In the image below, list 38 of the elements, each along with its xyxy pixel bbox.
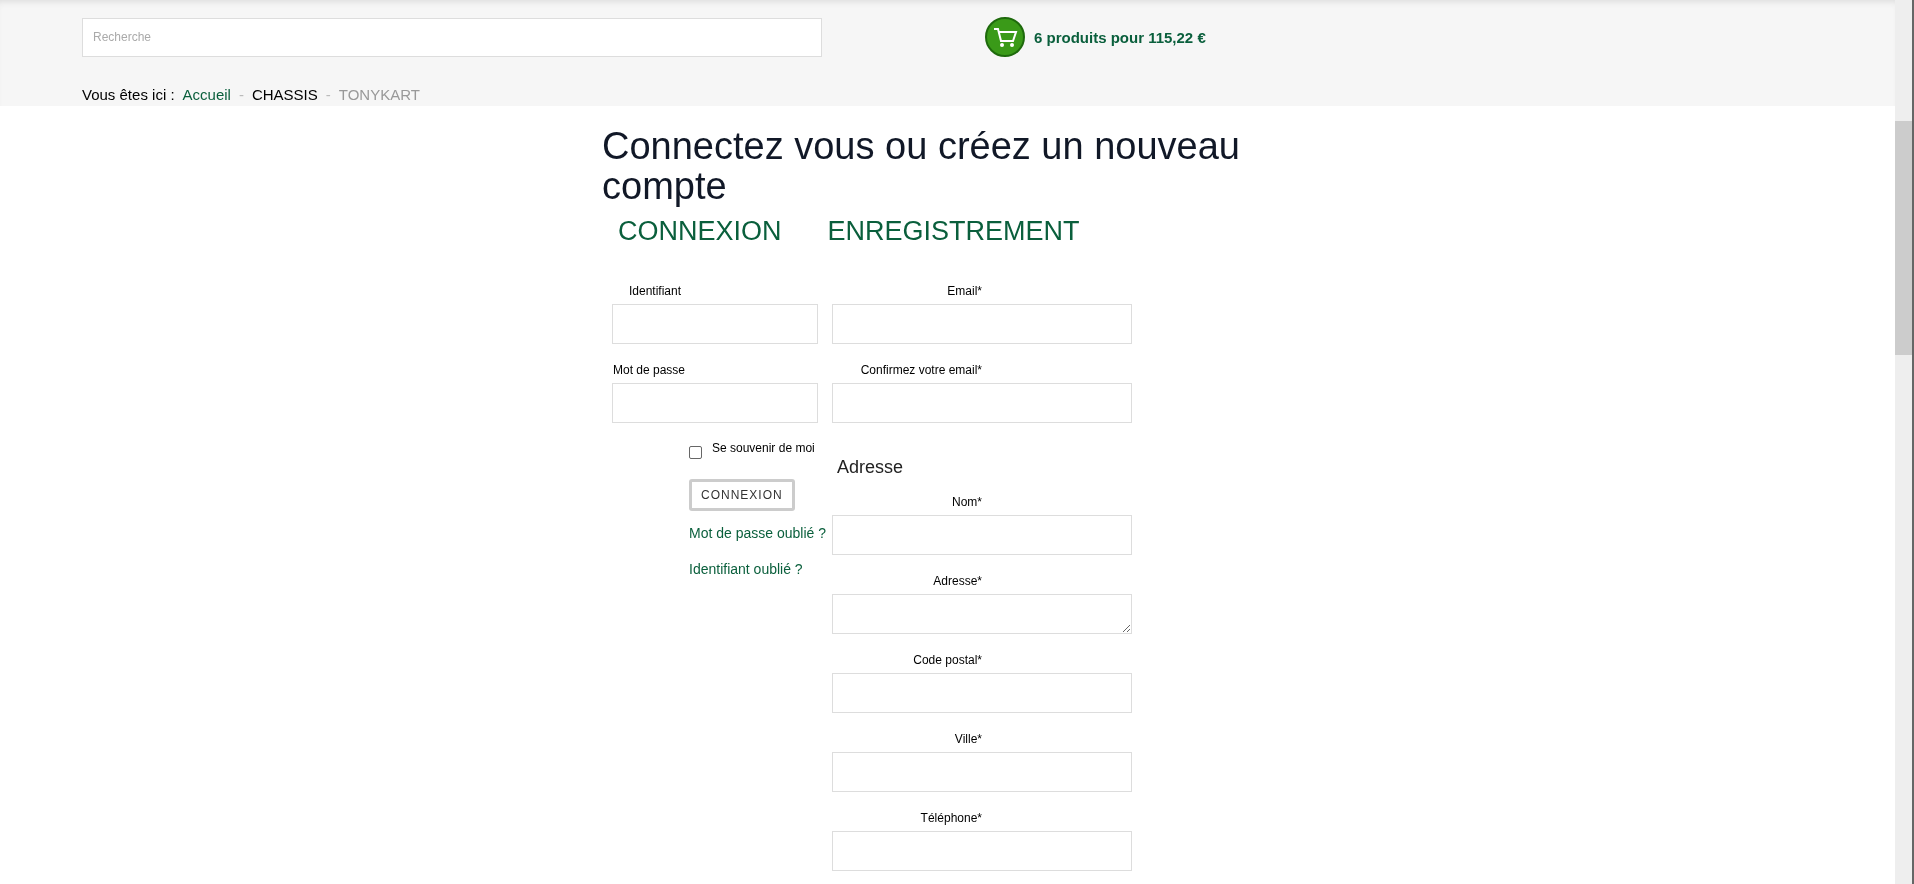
field-label: Mot de passe bbox=[612, 362, 687, 378]
input-field[interactable] bbox=[832, 831, 1132, 871]
cart-icon[interactable] bbox=[985, 16, 1025, 58]
section-heading: Adresse bbox=[837, 456, 905, 479]
scrollbar-thumb[interactable] bbox=[1895, 121, 1912, 355]
section-tab[interactable]: CONNEXION bbox=[618, 216, 782, 247]
input-field[interactable] bbox=[832, 752, 1132, 792]
textarea-field[interactable] bbox=[832, 594, 1132, 634]
input-field[interactable] bbox=[832, 515, 1132, 555]
breadcrumb-text: TONYKART bbox=[338, 86, 420, 103]
input-field[interactable] bbox=[612, 383, 818, 423]
breadcrumb-separator: - bbox=[238, 86, 244, 103]
field-label: Téléphone* bbox=[919, 810, 982, 826]
forgot-link[interactable]: Mot de passe oublié ? bbox=[689, 525, 832, 541]
cart-summary[interactable]: 6 produits pour 115,22 € bbox=[1034, 28, 1206, 46]
forgot-link[interactable]: Identifiant oublié ? bbox=[689, 561, 832, 577]
input-field[interactable] bbox=[832, 673, 1132, 713]
page-title: Connectez vous ou créez un nouveau compte bbox=[602, 126, 1241, 206]
input-field[interactable] bbox=[612, 304, 818, 344]
field-label: Identifiant bbox=[628, 283, 683, 299]
section-tab[interactable]: ENREGISTREMENT bbox=[827, 216, 1080, 247]
field-label: Confirmez votre email* bbox=[859, 362, 982, 378]
breadcrumb-text: CHASSIS bbox=[251, 86, 318, 103]
field-label: Code postal* bbox=[912, 652, 982, 668]
remember-checkbox[interactable] bbox=[689, 446, 702, 459]
input-field[interactable] bbox=[832, 304, 1132, 344]
breadcrumb-separator: - bbox=[325, 86, 331, 103]
field-label: Nom* bbox=[951, 494, 982, 510]
login-button[interactable]: CONNEXION bbox=[689, 479, 795, 511]
input-field[interactable] bbox=[832, 383, 1132, 423]
field-label: Adresse* bbox=[932, 573, 982, 589]
checkbox-label: Se souvenir de moi bbox=[712, 441, 815, 455]
field-label: Email* bbox=[946, 283, 982, 299]
breadcrumb-label: Vous êtes ici : bbox=[82, 86, 175, 103]
search-field[interactable]: Recherche bbox=[82, 17, 822, 57]
scrollbar[interactable] bbox=[1895, 0, 1914, 884]
breadcrumb-link[interactable]: Accueil bbox=[182, 86, 231, 103]
field-label: Ville* bbox=[953, 731, 982, 747]
